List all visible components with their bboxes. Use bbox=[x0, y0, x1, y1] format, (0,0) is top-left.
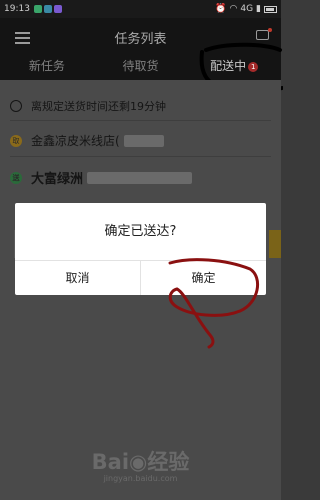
network-type: 4G bbox=[240, 4, 254, 14]
message-unread-dot bbox=[268, 28, 272, 32]
status-indicators: ⏰ ◠ 4G ▮ bbox=[215, 4, 277, 14]
divider bbox=[10, 120, 271, 121]
pickup-row: 取 金鑫凉皮米线店( bbox=[10, 132, 164, 149]
deadline-text: 离规定送货时间还剩19分钟 bbox=[31, 100, 166, 113]
message-icon[interactable] bbox=[256, 30, 269, 40]
divider bbox=[10, 156, 271, 157]
battery-icon bbox=[264, 5, 277, 13]
clock-icon bbox=[10, 100, 22, 112]
dialog-title: 确定已送达? bbox=[104, 224, 177, 239]
confirm-button[interactable]: 确定 bbox=[141, 261, 266, 295]
cancel-button[interactable]: 取消 bbox=[15, 261, 140, 295]
delivery-address: 大富绿洲 bbox=[31, 172, 84, 187]
tab-new-tasks[interactable]: 新任务 bbox=[0, 56, 94, 80]
wifi-icon: ◠ bbox=[229, 4, 238, 14]
pickup-icon: 取 bbox=[10, 134, 22, 147]
signal-icon: ▮ bbox=[256, 4, 261, 14]
redacted-text bbox=[87, 171, 193, 184]
pickup-store-name: 金鑫凉皮米线店( bbox=[31, 134, 120, 148]
notification-app-icon bbox=[53, 5, 62, 13]
watermark-url: jingyan.baidu.com bbox=[103, 474, 178, 483]
delivery-icon: 送 bbox=[10, 171, 22, 184]
notification-app-icon bbox=[33, 5, 42, 13]
redacted-text bbox=[123, 134, 164, 147]
notification-app-icon bbox=[43, 5, 52, 13]
status-bar: 19:13 ⏰ ◠ 4G ▮ bbox=[0, 0, 281, 18]
alarm-icon: ⏰ bbox=[215, 4, 227, 14]
watermark-logo: Bai◉经验 bbox=[91, 450, 190, 474]
tab-awaiting-pickup[interactable]: 待取货 bbox=[94, 56, 188, 80]
deadline-row: 离规定送货时间还剩19分钟 bbox=[10, 98, 166, 114]
confirm-delivery-dialog: 确定已送达? 取消 确定 bbox=[15, 203, 266, 295]
delivery-row: 送 大富绿洲 bbox=[10, 168, 193, 187]
status-time: 19:13 bbox=[4, 4, 30, 14]
action-button-edge bbox=[269, 230, 281, 258]
